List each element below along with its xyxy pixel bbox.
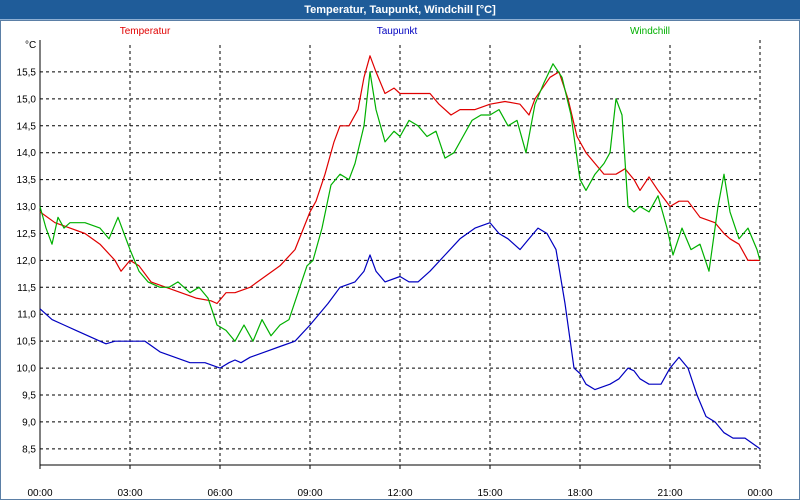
x-tick-time: 21:00	[657, 488, 682, 499]
chart-title: Temperatur, Taupunkt, Windchill [°C]	[0, 0, 800, 20]
legend-temperatur: Temperatur	[120, 26, 171, 37]
x-tick-time: 00:00	[27, 488, 52, 499]
legend-taupunkt: Taupunkt	[377, 26, 418, 37]
y-tick-label: 15,5	[17, 67, 37, 78]
legend-windchill: Windchill	[630, 26, 670, 37]
x-tick-time: 06:00	[207, 488, 232, 499]
x-tick-time: 15:00	[477, 488, 502, 499]
y-tick-label: 14,0	[17, 148, 37, 159]
y-unit-label: °C	[25, 40, 36, 51]
temperature-chart: 8,5 9,0 9,5 10,0 10,5 11,0 11,5 12,0 12,5 13,0 13,…	[17, 26, 773, 499]
chart-axes	[39, 40, 761, 469]
y-tick-label: 10,0	[17, 364, 37, 375]
x-tick-time: 09:00	[297, 488, 322, 499]
y-tick-label: 10,5	[17, 337, 37, 348]
y-tick-label: 11,5	[17, 283, 36, 294]
y-tick-label: 12,5	[17, 229, 37, 240]
x-tick-time: 00:00	[747, 488, 772, 499]
y-tick-label: 13,0	[17, 202, 37, 213]
y-tick-label: 8,5	[22, 444, 36, 455]
y-tick-label: 14,5	[17, 121, 37, 132]
chart-labels: 8,5 9,0 9,5 10,0 10,5 11,0 11,5 12,0 12,5 13,0 13,…	[17, 26, 773, 499]
y-tick-label: 12,0	[17, 256, 37, 267]
y-tick-label: 11,0	[17, 310, 36, 321]
y-tick-label: 13,5	[17, 175, 37, 186]
x-tick-time: 12:00	[387, 488, 412, 499]
x-tick-time: 18:00	[567, 488, 592, 499]
y-tick-label: 15,0	[17, 94, 37, 105]
chart-grid	[40, 40, 761, 465]
y-tick-label: 9,0	[22, 417, 36, 428]
y-tick-label: 9,5	[22, 391, 36, 402]
x-tick-time: 03:00	[117, 488, 142, 499]
